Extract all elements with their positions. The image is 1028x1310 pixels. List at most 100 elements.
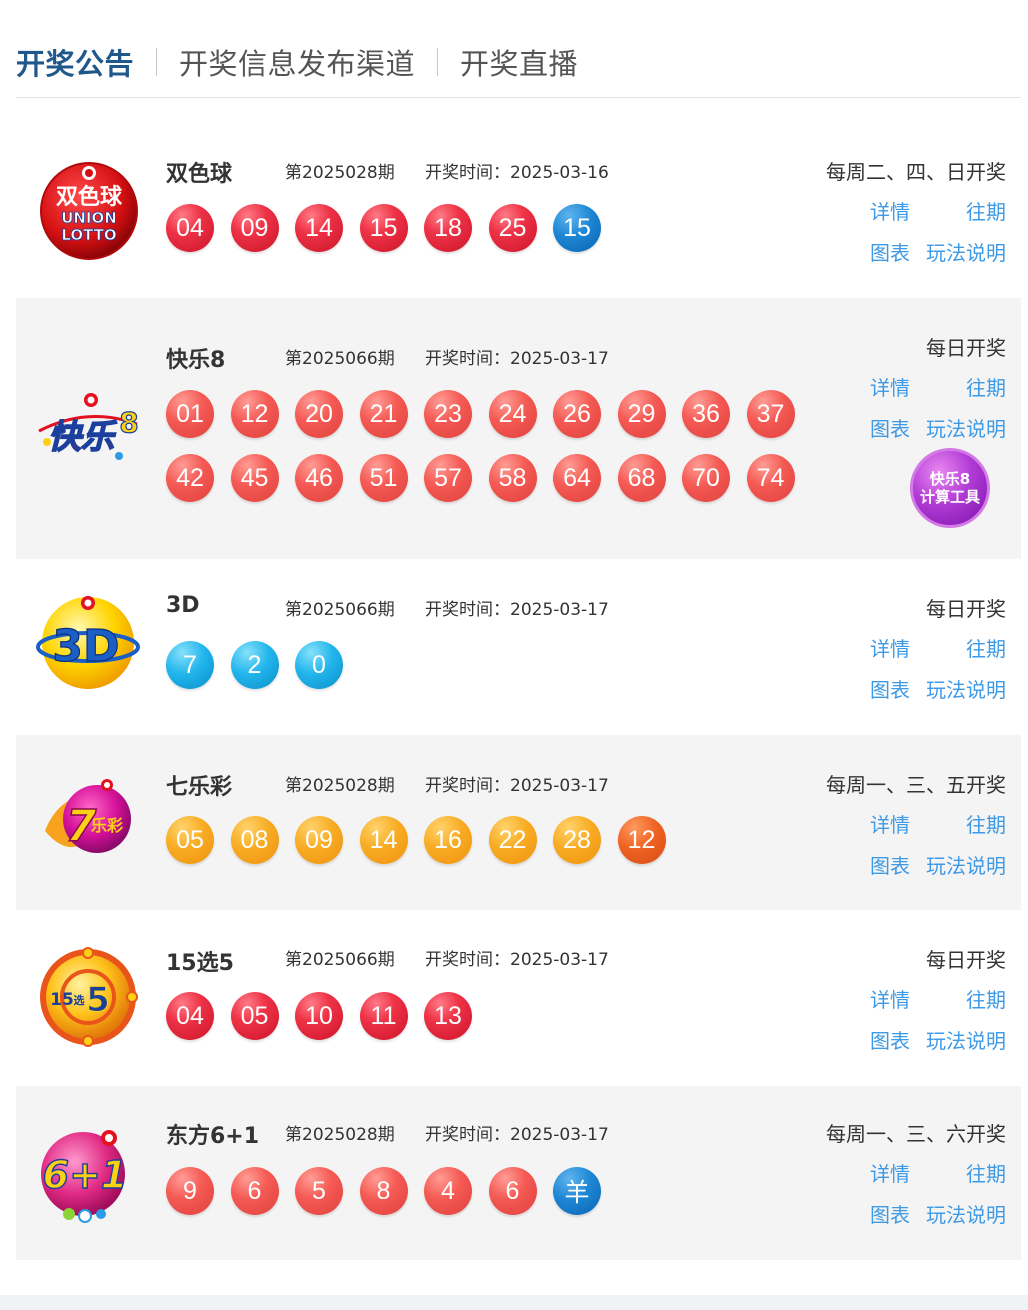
number-ball: 45: [230, 454, 279, 502]
rules-link[interactable]: 玩法说明: [926, 674, 1006, 703]
lottery-name: 双色球: [166, 162, 233, 187]
number-ball: 26: [553, 390, 601, 438]
number-ball: 24: [488, 390, 537, 438]
issue-number: 第2025028期: [285, 163, 395, 183]
rules-link[interactable]: 玩法说明: [926, 413, 1006, 442]
rules-link[interactable]: 玩法说明: [926, 1199, 1006, 1228]
detail-link[interactable]: 详情: [870, 633, 910, 662]
tab-live-draw[interactable]: 开奖直播: [460, 41, 578, 83]
history-link[interactable]: 往期: [966, 633, 1006, 662]
15xuan5-logo[interactable]: 15 选 5: [36, 945, 140, 1049]
number-ball: 42: [166, 454, 214, 502]
svg-text:快乐: 快乐: [48, 417, 117, 456]
issue-number: 第2025066期: [285, 600, 395, 620]
page-bottom-strip: [0, 1295, 1028, 1310]
history-link[interactable]: 往期: [966, 984, 1006, 1013]
number-ball: 25: [488, 204, 537, 252]
number-ball: 09: [295, 816, 343, 864]
svg-text:选: 选: [74, 993, 85, 1007]
union-lotto-logo[interactable]: 双色球 UNION LOTTO: [37, 159, 141, 263]
history-link[interactable]: 往期: [966, 196, 1006, 225]
number-ball: 58: [488, 454, 537, 502]
special-ball: 12: [617, 816, 666, 864]
detail-link[interactable]: 详情: [870, 809, 910, 838]
tab-draw-announcement[interactable]: 开奖公告: [16, 41, 134, 83]
draw-time: 开奖时间：2025-03-17: [425, 950, 609, 970]
number-ball: 46: [295, 454, 343, 502]
tab-release-channels[interactable]: 开奖信息发布渠道: [179, 41, 415, 83]
lottery-name: 快乐8: [166, 348, 226, 373]
svg-text:3D: 3D: [52, 621, 119, 672]
number-ball: 0: [295, 641, 343, 689]
number-ball: 68: [617, 454, 666, 502]
draw-schedule: 每周一、三、六开奖: [826, 1122, 1006, 1146]
number-ball: 9: [166, 1167, 214, 1215]
dongfang-6plus1-logo[interactable]: 6+1: [33, 1122, 137, 1226]
ball-list: 05 08 09 14 16 22 28 12: [166, 816, 816, 864]
number-ball: 4: [424, 1167, 472, 1215]
ball-list: 720: [166, 641, 816, 689]
lottery-row-df61: 6+1 东方6+1 第2025028期 开奖时间：2025-03-17 9658…: [16, 1086, 1021, 1260]
number-ball: 29: [617, 390, 666, 438]
number-ball: 74: [746, 454, 795, 502]
number-ball: 12: [230, 390, 279, 438]
number-ball: 13: [424, 992, 472, 1040]
calc-badge-line2: 计算工具: [919, 488, 980, 506]
svg-text:6+1: 6+1: [43, 1153, 128, 1197]
detail-link[interactable]: 详情: [870, 1158, 910, 1187]
number-ball: 18: [424, 204, 472, 252]
draw-schedule: 每周一、三、五开奖: [826, 773, 1006, 797]
number-ball: 05: [230, 992, 279, 1040]
history-link[interactable]: 往期: [966, 809, 1006, 838]
rules-link[interactable]: 玩法说明: [926, 1025, 1006, 1054]
issue-number: 第2025066期: [285, 349, 395, 369]
kuaile8-logo[interactable]: 快乐 8: [29, 376, 145, 480]
rules-link[interactable]: 玩法说明: [926, 850, 1006, 879]
chart-link[interactable]: 图表: [870, 850, 910, 879]
history-link[interactable]: 往期: [966, 1158, 1006, 1187]
tab-separator: [156, 48, 158, 76]
chart-link[interactable]: 图表: [870, 674, 910, 703]
header-divider: [16, 97, 1021, 98]
chart-link[interactable]: 图表: [870, 413, 910, 442]
3d-logo[interactable]: 3D: [36, 591, 140, 695]
number-ball: 22: [488, 816, 537, 864]
chart-link[interactable]: 图表: [870, 237, 910, 266]
qilecai-logo[interactable]: 7 乐彩: [37, 771, 141, 875]
detail-link[interactable]: 详情: [870, 372, 910, 401]
ball-list: 04 05 10 11 13: [166, 992, 816, 1040]
chart-link[interactable]: 图表: [870, 1025, 910, 1054]
issue-number: 第2025028期: [285, 776, 395, 796]
chart-link[interactable]: 图表: [870, 1199, 910, 1228]
number-ball: 01: [166, 390, 214, 438]
draw-schedule: 每日开奖: [926, 336, 1006, 360]
detail-link[interactable]: 详情: [870, 196, 910, 225]
history-link[interactable]: 往期: [966, 372, 1006, 401]
number-ball: 6: [230, 1167, 279, 1215]
detail-link[interactable]: 详情: [870, 984, 910, 1013]
number-ball: 6: [488, 1167, 537, 1215]
svg-text:5: 5: [86, 980, 110, 1020]
draw-time: 开奖时间：2025-03-17: [425, 349, 609, 369]
number-ball: 14: [359, 816, 408, 864]
lottery-row-15x5: 15 选 5 15选5 第2025066期 开奖时间：2025-03-17 04…: [16, 914, 1021, 1082]
kl8-calculator-button[interactable]: 快乐8 计算工具: [910, 448, 990, 528]
number-ball: 09: [230, 204, 279, 252]
issue-number: 第2025066期: [285, 950, 395, 970]
draw-schedule: 每周二、四、日开奖: [826, 160, 1006, 184]
number-ball: 64: [553, 454, 601, 502]
draw-schedule: 每日开奖: [926, 948, 1006, 972]
number-ball: 70: [682, 454, 730, 502]
draw-schedule: 每日开奖: [926, 597, 1006, 621]
number-ball: 23: [424, 390, 472, 438]
rules-link[interactable]: 玩法说明: [926, 237, 1006, 266]
lottery-row-3d: 3D 3D 第2025066期 开奖时间：2025-03-17 720 每日开奖…: [16, 563, 1021, 731]
draw-time: 开奖时间：2025-03-17: [425, 600, 609, 620]
number-ball: 5: [295, 1167, 343, 1215]
number-ball: 8: [359, 1167, 408, 1215]
svg-text:UNION: UNION: [61, 209, 117, 227]
svg-text:双色球: 双色球: [56, 184, 123, 210]
special-ball: 羊: [553, 1167, 601, 1215]
lottery-name: 东方6+1: [166, 1124, 260, 1149]
svg-text:乐彩: 乐彩: [91, 816, 123, 835]
